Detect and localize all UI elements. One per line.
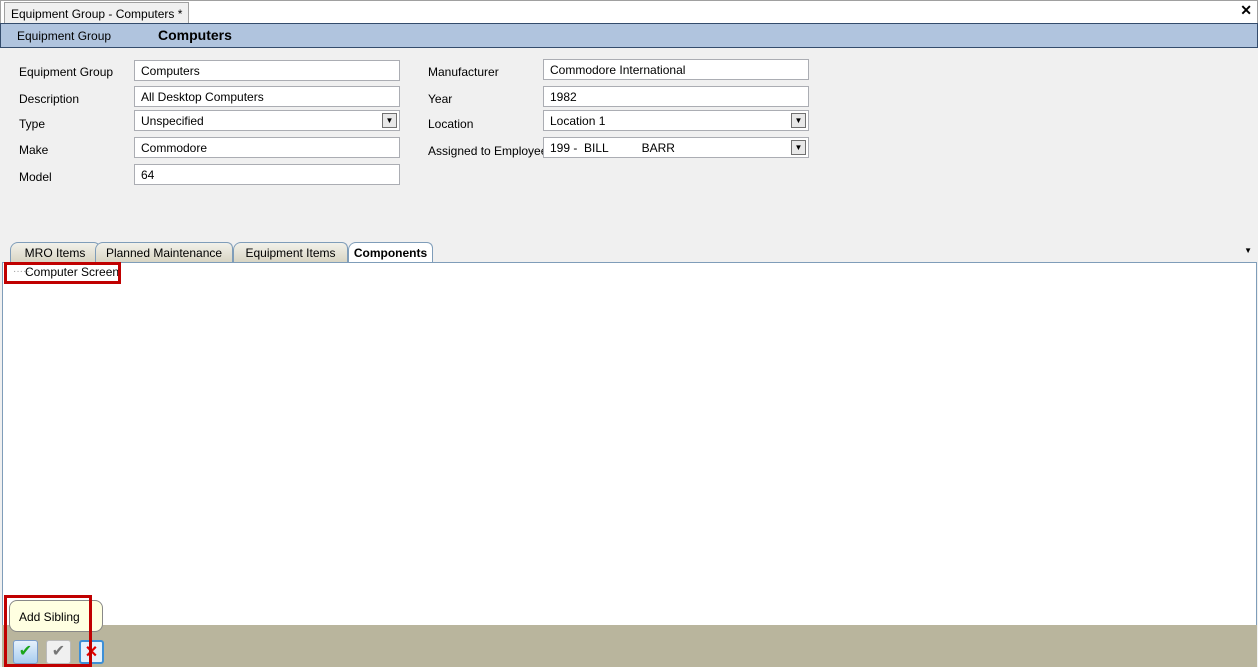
assigned-employee-value: 199 - BILL BARR [550,141,675,155]
close-icon[interactable]: ✕ [1240,2,1252,19]
header-label: Equipment Group [17,29,112,43]
tab-overflow-chevron-icon[interactable]: ▼ [1244,246,1252,255]
footer-toolbar [2,625,1257,667]
assigned-employee-label: Assigned to Employee [428,144,548,158]
tab-planned-maintenance[interactable]: Planned Maintenance [95,242,233,262]
chevron-down-icon[interactable]: ▼ [382,113,397,128]
manufacturer-field[interactable]: Commodore International [543,59,809,80]
description-label: Description [19,92,80,106]
highlight-box [4,262,121,284]
location-label: Location [428,117,474,131]
components-tree: ····· Computer Screen [2,262,1257,626]
description-field[interactable]: All Desktop Computers [134,86,400,107]
model-field[interactable]: 64 [134,164,400,185]
year-field[interactable]: 1982 [543,86,809,107]
location-select[interactable]: Location 1 ▼ [543,110,809,131]
chevron-down-icon[interactable]: ▼ [791,140,806,155]
make-label: Make [19,143,49,157]
type-value: Unspecified [141,114,204,128]
location-value: Location 1 [550,114,606,128]
header-value: Computers [158,27,232,43]
type-select[interactable]: Unspecified ▼ [134,110,400,131]
tab-equipment-items[interactable]: Equipment Items [233,242,348,262]
year-label: Year [428,92,453,106]
type-label: Type [19,117,46,131]
manufacturer-label: Manufacturer [428,65,499,79]
equipment-group-label: Equipment Group [19,65,114,79]
record-header: Equipment Group Computers [0,23,1258,48]
highlight-box [4,595,92,667]
make-field[interactable]: Commodore [134,137,400,158]
tab-mro-items[interactable]: MRO Items [10,242,100,262]
assigned-employee-select[interactable]: 199 - BILL BARR ▼ [543,137,809,158]
tab-components[interactable]: Components [348,242,433,263]
document-tab[interactable]: Equipment Group - Computers * [4,2,190,24]
equipment-group-field[interactable]: Computers [134,60,400,81]
chevron-down-icon[interactable]: ▼ [791,113,806,128]
model-label: Model [19,170,52,184]
